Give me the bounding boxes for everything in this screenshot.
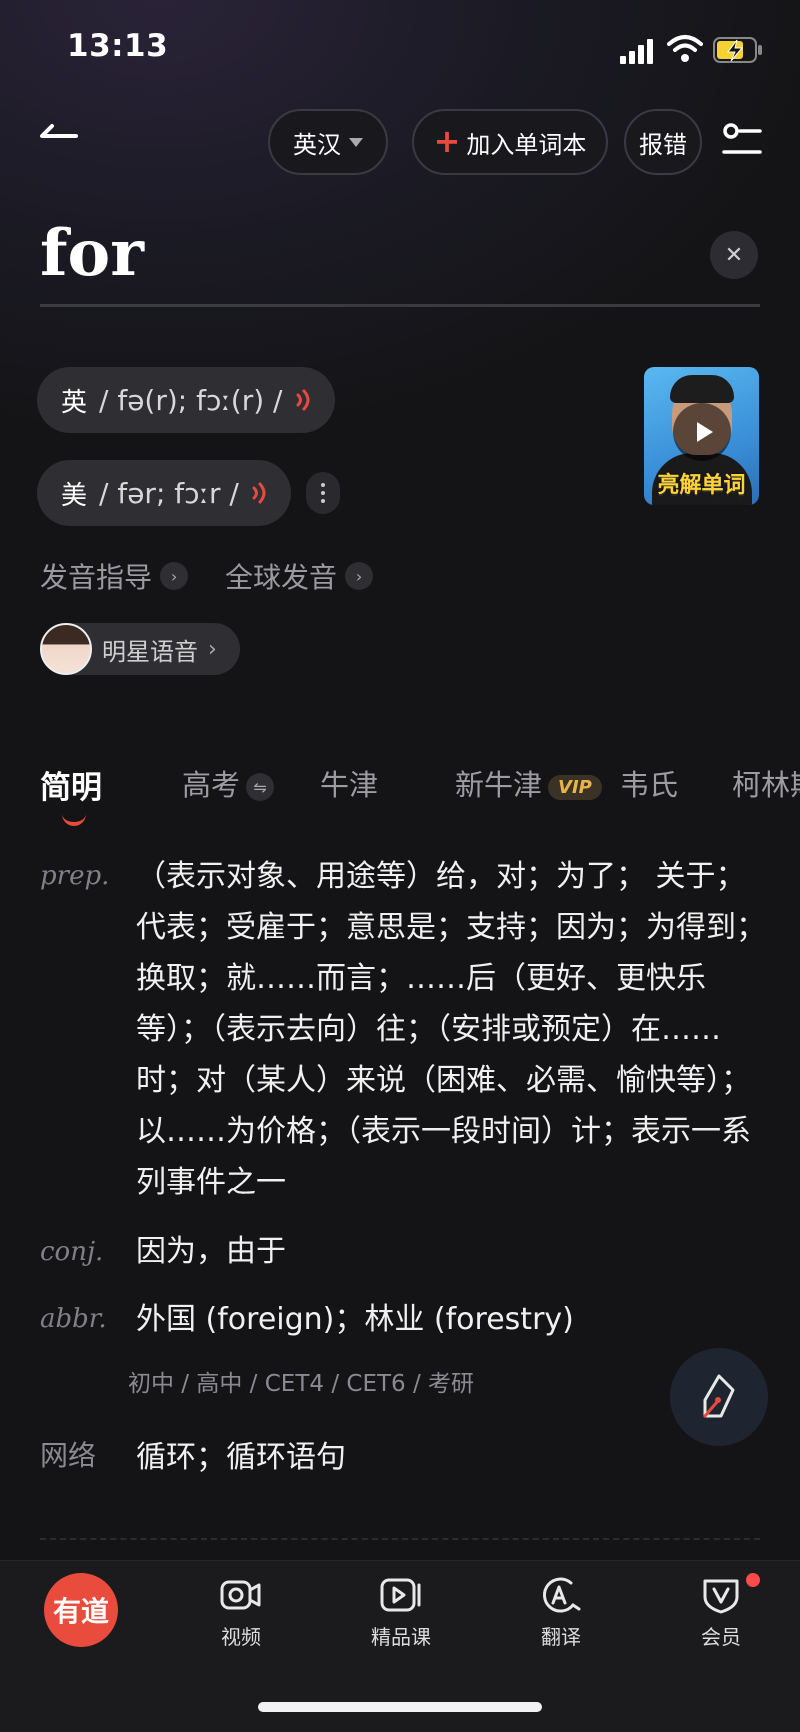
pos-abbr: abbr. (40, 1304, 107, 1334)
word-video-thumbnail[interactable]: 亮解单词 (644, 367, 759, 505)
section-divider (40, 1538, 760, 1540)
uk-pronunciation-button[interactable]: 英 / fə(r); fɔː(r) / (37, 367, 335, 433)
nav-translate[interactable]: 翻译 (506, 1575, 616, 1650)
nav-label: 会员 (701, 1625, 741, 1649)
global-label: 全球发音 (225, 561, 338, 594)
dictionary-tabs: 简明 高考⇋ 牛津 新牛津VIP 韦氏 柯林斯 (0, 762, 800, 826)
tab-gaokao[interactable]: 高考 ⇋ (182, 762, 275, 804)
tab-webster[interactable]: 韦氏 (620, 762, 678, 804)
logo-text: 有道 (52, 1595, 109, 1628)
definition-conj: 因为，由于 (136, 1234, 286, 1269)
settings-sliders-icon[interactable] (722, 122, 762, 162)
chevron-right-icon: › (160, 562, 189, 590)
play-icon (673, 403, 731, 461)
search-underline (40, 304, 760, 307)
vip-badge: VIP (548, 774, 602, 800)
notification-dot (746, 1573, 760, 1587)
nav-label: 精品课 (371, 1625, 431, 1649)
report-error-button[interactable]: 报错 (624, 109, 702, 175)
translate-icon (542, 1577, 581, 1613)
speaker-icon (296, 389, 309, 411)
signal-icon (620, 39, 653, 64)
tab-new-oxford[interactable]: 新牛津 VIP (455, 762, 602, 804)
nav-label: 视频 (221, 1625, 261, 1649)
network-label: 网络 (40, 1439, 97, 1472)
nav-course[interactable]: 精品课 (346, 1575, 456, 1650)
global-pronunciation-link[interactable]: 全球发音 › (225, 556, 374, 596)
more-options-icon[interactable] (306, 472, 340, 514)
tab-label: 韦氏 (620, 768, 679, 802)
add-wordbook-label: 加入单词本 (466, 130, 587, 159)
video-camera-icon (220, 1580, 261, 1610)
home-indicator[interactable] (258, 1702, 542, 1712)
uk-label: 英 (61, 387, 88, 418)
add-to-wordbook-button[interactable]: + 加入单词本 (412, 109, 608, 175)
uk-ipa: / fə(r); fɔː(r) / (99, 383, 283, 417)
tab-label: 高考 (182, 768, 241, 802)
language-label: 英汉 (293, 130, 341, 159)
tab-label: 新牛津 (455, 768, 543, 802)
plus-icon: + (433, 121, 461, 160)
youdao-logo[interactable]: 有道 (44, 1573, 118, 1647)
us-ipa: / fər; fɔːr / (99, 476, 239, 510)
speaker-icon (252, 482, 266, 504)
nav-video[interactable]: 视频 (186, 1575, 296, 1650)
tab-label: 牛津 (320, 768, 379, 802)
guide-label: 发音指导 (40, 561, 153, 594)
celebrity-voice-button[interactable]: 明星语音 › (40, 623, 240, 675)
course-play-icon (380, 1578, 421, 1612)
close-icon: ✕ (724, 242, 744, 268)
us-pronunciation-button[interactable]: 美 / fər; fɔːr / (37, 460, 291, 526)
tab-oxford[interactable]: 牛津 (320, 762, 378, 804)
level-tags: 初中 / 高中 / CET4 / CET6 / 考研 (128, 1371, 475, 1397)
tab-label: 柯林斯 (732, 768, 800, 802)
definition-abbr: 外国 (foreign)；林业 (forestry) (136, 1302, 574, 1337)
definition-prep: （表示对象、用途等）给，对；为了； 关于；代表；受雇于；意思是；支持；因为；为得… (136, 859, 766, 1200)
chevron-right-icon: › (208, 636, 217, 662)
tab-jianming[interactable]: 简明 (40, 762, 102, 807)
clear-search-button[interactable]: ✕ (710, 231, 758, 279)
language-selector[interactable]: 英汉 (268, 109, 388, 175)
wifi-icon (667, 35, 703, 62)
pen-note-button[interactable] (670, 1348, 768, 1446)
battery-icon (713, 37, 762, 63)
chevron-right-icon: › (345, 562, 374, 590)
pos-prep: prep. (40, 861, 110, 891)
video-caption: 亮解单词 (657, 473, 746, 498)
search-word[interactable]: for (40, 216, 144, 291)
celebrity-label: 明星语音 (102, 637, 198, 666)
vip-shield-icon (703, 1579, 739, 1614)
celebrity-avatar (40, 623, 92, 675)
dropdown-triangle-icon (349, 137, 363, 147)
tab-label: 简明 (40, 770, 102, 806)
us-label: 美 (61, 480, 88, 511)
back-arrow-icon[interactable] (38, 120, 80, 150)
nav-vip[interactable]: 会员 (666, 1575, 776, 1650)
nav-label: 翻译 (541, 1625, 581, 1649)
status-time: 13:13 (67, 28, 169, 64)
presenter-hair (670, 375, 734, 403)
pen-icon (703, 1374, 735, 1418)
network-definition: 循环；循环语句 (136, 1440, 346, 1475)
swap-icon: ⇋ (246, 773, 275, 801)
tab-collins[interactable]: 柯林斯 (732, 762, 800, 804)
report-error-label: 报错 (639, 130, 687, 159)
pronunciation-guide-link[interactable]: 发音指导 › (40, 556, 189, 596)
pos-conj: conj. (40, 1237, 104, 1267)
active-tab-indicator (62, 812, 86, 826)
